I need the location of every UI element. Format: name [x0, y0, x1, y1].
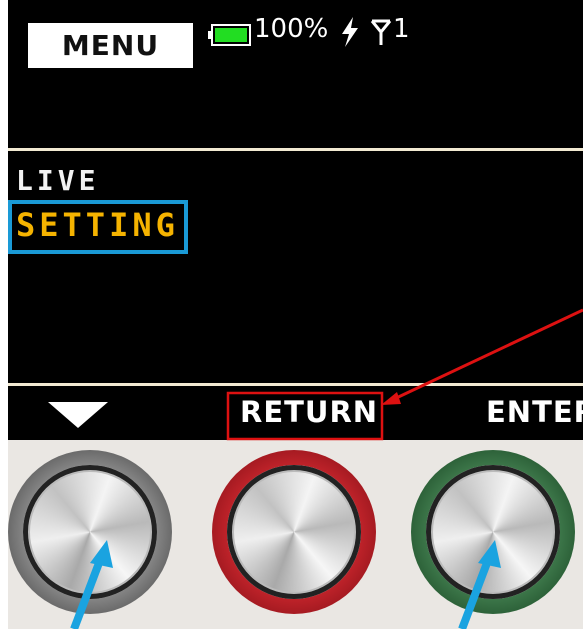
menu-title: MENU [28, 23, 193, 68]
button-knob [23, 465, 157, 599]
menu-item-setting[interactable]: SETTING [16, 206, 179, 244]
antenna-channel: 1 [393, 14, 410, 44]
center-hardware-button[interactable] [212, 450, 376, 614]
divider-bottom [8, 383, 583, 386]
divider-top [8, 148, 583, 151]
battery-level-text: 100% [254, 14, 329, 44]
button-knob [227, 465, 361, 599]
softkey-return: RETURN [240, 395, 379, 429]
antenna-icon [370, 19, 392, 45]
device-screen: MENU 100% 1 LIVE SETTING RETURN ENTER [8, 0, 583, 440]
menu-item-live[interactable]: LIVE [16, 164, 99, 197]
hardware-button-panel [8, 440, 583, 629]
button-knob [426, 465, 560, 599]
lightning-icon [342, 17, 358, 47]
down-triangle-icon [48, 402, 108, 428]
right-hardware-button[interactable] [411, 450, 575, 614]
left-hardware-button[interactable] [8, 450, 172, 614]
battery-icon [208, 24, 251, 46]
softkey-enter: ENTER [486, 395, 583, 429]
